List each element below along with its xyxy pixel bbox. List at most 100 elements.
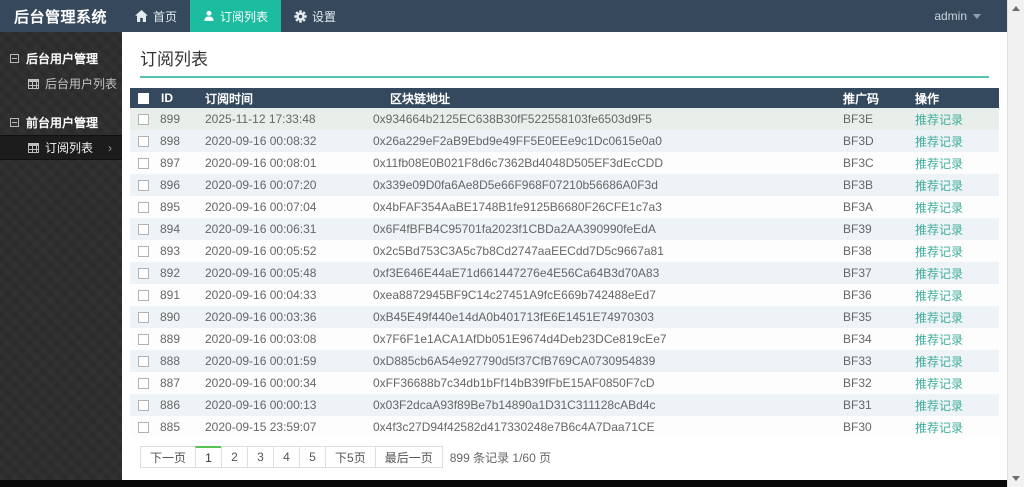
gear-icon — [294, 10, 307, 23]
row-checkbox[interactable] — [138, 180, 149, 191]
row-checkbox[interactable] — [138, 356, 149, 367]
row-checkbox[interactable] — [138, 312, 149, 323]
page-title: 订阅列表 — [140, 48, 999, 72]
cell-id: 889 — [156, 328, 201, 350]
pagination-page-5[interactable]: 5 — [299, 446, 326, 468]
pagination-next5-button[interactable]: 下5页 — [325, 446, 376, 468]
select-all-checkbox[interactable] — [138, 93, 149, 104]
cell-subscribe-time: 2020-09-16 00:01:59 — [201, 350, 361, 372]
pagination-page-2[interactable]: 2 — [221, 446, 248, 468]
cell-blockchain-address: 0x339e09D0fa6Ae8D5e66F968F07210b56686A0F… — [361, 174, 839, 196]
user-menu[interactable]: admin — [934, 0, 1007, 32]
cell-promo-code: BF33 — [839, 350, 915, 372]
table-body: 899 2025-11-12 17:33:48 0x934664b2125EC6… — [130, 108, 999, 438]
pagination-page-1[interactable]: 1 — [195, 446, 222, 468]
title-divider — [140, 76, 989, 78]
recommend-record-link[interactable]: 推荐记录 — [915, 267, 963, 281]
nav-item-subscriptions[interactable]: 订阅列表 — [190, 0, 281, 32]
cell-subscribe-time: 2020-09-16 00:07:04 — [201, 196, 361, 218]
table-row: 893 2020-09-16 00:05:52 0x2c5Bd753C3A5c7… — [130, 240, 999, 262]
recommend-record-link[interactable]: 推荐记录 — [915, 157, 963, 171]
cell-blockchain-address: 0x7F6F1e1ACA1AfDb051E9674d4Deb23DCe819cE… — [361, 328, 839, 350]
sidebar-group-backend-users[interactable]: 后台用户管理 — [0, 46, 122, 71]
nav-item-label: 首页 — [153, 8, 177, 25]
username: admin — [934, 9, 967, 23]
table-icon — [28, 143, 39, 153]
pagination-last-button[interactable]: 最后一页 — [375, 446, 443, 468]
cell-promo-code: BF3E — [839, 108, 915, 130]
column-header-code: 推广码 — [839, 88, 915, 108]
cell-promo-code: BF35 — [839, 306, 915, 328]
row-checkbox[interactable] — [138, 202, 149, 213]
cell-blockchain-address: 0x26a229eF2aB9Ebd9e49FF5E0EEe9c1Dc0615e0… — [361, 130, 839, 152]
cell-subscribe-time: 2020-09-16 00:03:08 — [201, 328, 361, 350]
recommend-record-link[interactable]: 推荐记录 — [915, 113, 963, 127]
sidebar: 后台用户管理 后台用户列表 前台用户管理 订阅列表 › — [0, 32, 122, 480]
collapse-icon — [10, 54, 19, 63]
recommend-record-link[interactable]: 推荐记录 — [915, 311, 963, 325]
cell-promo-code: BF37 — [839, 262, 915, 284]
table-header-row: ID 订阅时间 区块链地址 推广码 操作 — [130, 88, 999, 108]
cell-id: 896 — [156, 174, 201, 196]
pagination-page-3[interactable]: 3 — [247, 446, 274, 468]
cell-id: 892 — [156, 262, 201, 284]
row-checkbox[interactable] — [138, 334, 149, 345]
cell-subscribe-time: 2020-09-16 00:05:48 — [201, 262, 361, 284]
sidebar-item-label: 后台用户列表 — [45, 75, 117, 92]
cell-subscribe-time: 2020-09-16 00:08:01 — [201, 152, 361, 174]
cell-blockchain-address: 0x11fb08E0B021F8d6c7362Bd4048D505EF3dEcC… — [361, 152, 839, 174]
table-row: 895 2020-09-16 00:07:04 0x4bFAF354AaBE17… — [130, 196, 999, 218]
recommend-record-link[interactable]: 推荐记录 — [915, 201, 963, 215]
row-checkbox[interactable] — [138, 136, 149, 147]
sidebar-group-label: 前台用户管理 — [26, 114, 98, 131]
table-icon — [28, 79, 39, 89]
sidebar-item-label: 订阅列表 — [45, 139, 93, 156]
cell-subscribe-time: 2020-09-16 00:03:36 — [201, 306, 361, 328]
recommend-record-link[interactable]: 推荐记录 — [915, 289, 963, 303]
row-checkbox[interactable] — [138, 158, 149, 169]
recommend-record-link[interactable]: 推荐记录 — [915, 135, 963, 149]
recommend-record-link[interactable]: 推荐记录 — [915, 179, 963, 193]
row-checkbox[interactable] — [138, 422, 149, 433]
main-panel: 订阅列表 ID 订阅时间 区块链地址 推广码 操作 899 2025-11-12… — [122, 32, 1007, 480]
scroll-up-icon[interactable] — [1012, 6, 1020, 11]
scroll-down-icon[interactable] — [1012, 476, 1020, 481]
sidebar-item-subscription-list[interactable]: 订阅列表 › — [0, 135, 122, 160]
row-checkbox[interactable] — [138, 114, 149, 125]
row-checkbox[interactable] — [138, 268, 149, 279]
cell-id: 888 — [156, 350, 201, 372]
page-scrollbar[interactable] — [1007, 0, 1024, 487]
row-checkbox[interactable] — [138, 246, 149, 257]
cell-id: 893 — [156, 240, 201, 262]
recommend-record-link[interactable]: 推荐记录 — [915, 399, 963, 413]
nav-item-home[interactable]: 首页 — [122, 0, 190, 32]
recommend-record-link[interactable]: 推荐记录 — [915, 421, 963, 435]
cell-id: 894 — [156, 218, 201, 240]
chevron-right-icon: › — [108, 141, 112, 155]
recommend-record-link[interactable]: 推荐记录 — [915, 377, 963, 391]
recommend-record-link[interactable]: 推荐记录 — [915, 245, 963, 259]
recommend-record-link[interactable]: 推荐记录 — [915, 223, 963, 237]
sidebar-group-frontend-users[interactable]: 前台用户管理 — [0, 110, 122, 135]
row-checkbox[interactable] — [138, 290, 149, 301]
cell-subscribe-time: 2020-09-16 00:05:52 — [201, 240, 361, 262]
nav-item-label: 订阅列表 — [220, 8, 268, 25]
pagination-page-4[interactable]: 4 — [273, 446, 300, 468]
record-count-summary: 899 条记录 1/60 页 — [450, 449, 551, 466]
nav-item-settings[interactable]: 设置 — [281, 0, 349, 32]
row-checkbox[interactable] — [138, 224, 149, 235]
cell-blockchain-address: 0x4f3c27D94f42582d417330248e7B6c4A7Daa71… — [361, 416, 839, 438]
table-row: 897 2020-09-16 00:08:01 0x11fb08E0B021F8… — [130, 152, 999, 174]
cell-blockchain-address: 0xf3E646E44aE71d661447276e4E56Ca64B3d70A… — [361, 262, 839, 284]
row-checkbox[interactable] — [138, 400, 149, 411]
cell-promo-code: BF32 — [839, 372, 915, 394]
row-checkbox[interactable] — [138, 378, 149, 389]
cell-id: 891 — [156, 284, 201, 306]
table-row: 894 2020-09-16 00:06:31 0x6F4fBFB4C95701… — [130, 218, 999, 240]
cell-promo-code: BF34 — [839, 328, 915, 350]
recommend-record-link[interactable]: 推荐记录 — [915, 355, 963, 369]
cell-id: 887 — [156, 372, 201, 394]
pagination-next-button[interactable]: 下一页 — [140, 446, 196, 468]
sidebar-item-backend-user-list[interactable]: 后台用户列表 — [0, 71, 122, 96]
recommend-record-link[interactable]: 推荐记录 — [915, 333, 963, 347]
